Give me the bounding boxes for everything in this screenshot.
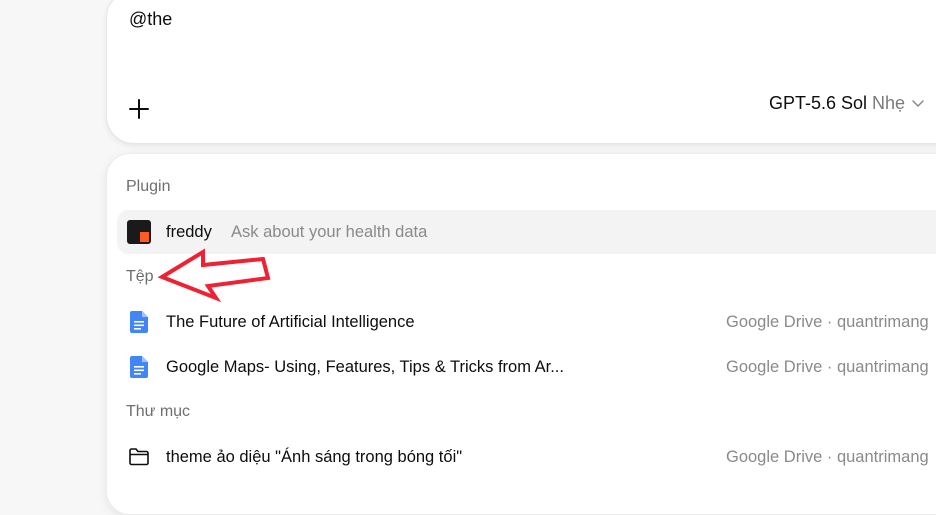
plugin-section-title: Plugin <box>126 178 171 195</box>
file-name: Google Maps- Using, Features, Tips & Tri… <box>166 358 564 376</box>
folder-source: Google Drive · quantrimang <box>726 448 929 466</box>
model-selector[interactable]: GPT-5.6 Sol Nhẹ <box>769 91 926 115</box>
chat-composer: @the GPT-5.6 Sol Nhẹ <box>106 0 936 144</box>
folders-section-title: Thư mục <box>126 403 191 420</box>
file-source: Google Drive · quantrimang <box>726 358 929 376</box>
google-doc-icon <box>127 310 151 334</box>
folder-icon <box>127 445 151 469</box>
google-doc-icon <box>127 355 151 379</box>
plugin-name: freddy <box>166 223 212 241</box>
file-item[interactable]: The Future of Artificial Intelligence Go… <box>117 300 936 344</box>
red-arrow-icon <box>157 248 271 303</box>
model-name: GPT-5.6 Sol <box>769 92 868 113</box>
plugin-description: Ask about your health data <box>231 223 428 241</box>
add-attachment-button[interactable] <box>125 95 153 123</box>
freddy-app-icon <box>127 220 151 244</box>
mention-menu: Plugin freddy Ask about your health data… <box>106 153 936 515</box>
chevron-down-icon <box>912 100 924 107</box>
plus-icon <box>129 99 149 119</box>
files-section-title: Tệp <box>126 268 154 285</box>
file-item[interactable]: Google Maps- Using, Features, Tips & Tri… <box>117 345 936 389</box>
message-input[interactable]: @the <box>129 9 172 30</box>
folder-item[interactable]: theme ảo diệu "Ánh sáng trong bóng tối" … <box>117 435 936 479</box>
model-effort: Nhẹ <box>872 92 906 113</box>
file-source: Google Drive · quantrimang <box>726 313 929 331</box>
file-name: The Future of Artificial Intelligence <box>166 313 415 331</box>
folder-name: theme ảo diệu "Ánh sáng trong bóng tối" <box>166 448 463 466</box>
